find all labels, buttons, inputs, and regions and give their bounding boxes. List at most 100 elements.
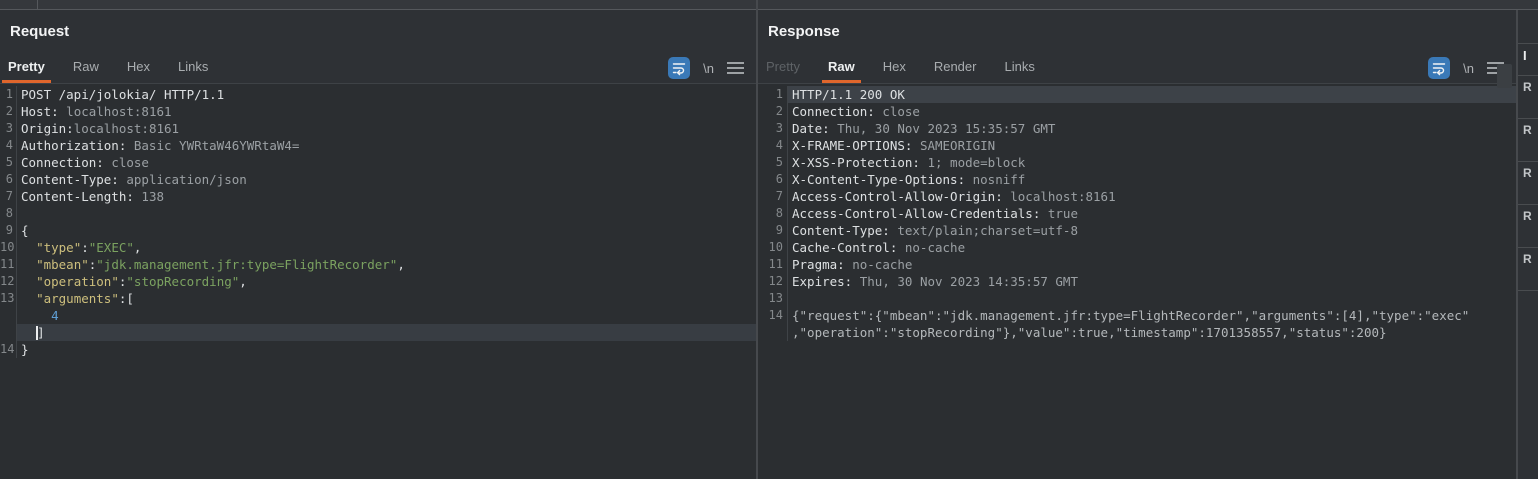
line-content[interactable]: "arguments":[: [16, 290, 756, 307]
response-editor[interactable]: 1HTTP/1.1 200 OK2Connection: close3Date:…: [758, 84, 1516, 479]
line-content[interactable]: ,"operation":"stopRecording"},"value":tr…: [787, 324, 1516, 341]
editor-line[interactable]: 1POST /api/jolokia/ HTTP/1.1: [0, 86, 756, 103]
line-number: 13: [0, 290, 16, 307]
hamburger-menu-icon[interactable]: [727, 62, 744, 74]
line-content[interactable]: Expires: Thu, 30 Nov 2023 14:35:57 GMT: [787, 273, 1516, 290]
editor-line[interactable]: 10Cache-Control: no-cache: [758, 239, 1516, 256]
tab-raw[interactable]: Raw: [67, 56, 105, 83]
response-tabs: PrettyRawHexRenderLinks: [760, 56, 1057, 83]
inspector-cells-end-border: [1518, 290, 1538, 295]
line-content[interactable]: ]: [16, 324, 756, 341]
line-content[interactable]: Access-Control-Allow-Credentials: true: [787, 205, 1516, 222]
line-content[interactable]: Content-Length: 138: [16, 188, 756, 205]
editor-line[interactable]: 9{: [0, 222, 756, 239]
word-wrap-toggle-button[interactable]: [668, 57, 690, 79]
line-content[interactable]: Origin:localhost:8161: [16, 120, 756, 137]
editor-line[interactable]: 11Pragma: no-cache: [758, 256, 1516, 273]
editor-line[interactable]: 4: [0, 307, 756, 324]
tab-pretty[interactable]: Pretty: [2, 56, 51, 83]
line-content[interactable]: 4: [16, 307, 756, 324]
line-content[interactable]: Content-Type: application/json: [16, 171, 756, 188]
word-wrap-toggle-button[interactable]: [1428, 57, 1450, 79]
line-content[interactable]: "operation":"stopRecording",: [16, 273, 756, 290]
scrollbar-thumb[interactable]: [1497, 64, 1512, 88]
line-number: 5: [758, 154, 787, 171]
editor-line[interactable]: 7Access-Control-Allow-Origin: localhost:…: [758, 188, 1516, 205]
inspector-collapsed-strip[interactable]: IRRRRR: [1518, 10, 1538, 479]
editor-line[interactable]: 3Origin:localhost:8161: [0, 120, 756, 137]
line-number: 7: [758, 188, 787, 205]
line-content[interactable]: Access-Control-Allow-Origin: localhost:8…: [787, 188, 1516, 205]
line-content[interactable]: Connection: close: [787, 103, 1516, 120]
line-content[interactable]: [787, 290, 1516, 307]
line-number: 4: [758, 137, 787, 154]
editor-line[interactable]: ,"operation":"stopRecording"},"value":tr…: [758, 324, 1516, 341]
inspector-section-cell[interactable]: R: [1518, 247, 1538, 290]
editor-line[interactable]: 3Date: Thu, 30 Nov 2023 15:35:57 GMT: [758, 120, 1516, 137]
editor-line[interactable]: 14}: [0, 341, 756, 358]
line-content[interactable]: X-Content-Type-Options: nosniff: [787, 171, 1516, 188]
editor-line[interactable]: 10 "type":"EXEC",: [0, 239, 756, 256]
request-panel-title: Request: [10, 23, 69, 40]
line-content[interactable]: Pragma: no-cache: [787, 256, 1516, 273]
line-content[interactable]: Date: Thu, 30 Nov 2023 15:35:57 GMT: [787, 120, 1516, 137]
request-editor[interactable]: 1POST /api/jolokia/ HTTP/1.12Host: local…: [0, 84, 756, 479]
editor-line[interactable]: 1HTTP/1.1 200 OK: [758, 86, 1516, 103]
line-number: 1: [758, 86, 787, 103]
line-content[interactable]: "mbean":"jdk.management.jfr:type=FlightR…: [16, 256, 756, 273]
line-content[interactable]: Host: localhost:8161: [16, 103, 756, 120]
line-content[interactable]: {: [16, 222, 756, 239]
inspector-section-cell[interactable]: R: [1518, 75, 1538, 118]
line-number: 5: [0, 154, 16, 171]
inspector-section-cell[interactable]: R: [1518, 204, 1538, 247]
inspector-section-cell[interactable]: R: [1518, 118, 1538, 161]
editor-line[interactable]: 8Access-Control-Allow-Credentials: true: [758, 205, 1516, 222]
line-content[interactable]: Authorization: Basic YWRtaW46YWRtaW4=: [16, 137, 756, 154]
editor-line[interactable]: 8: [0, 205, 756, 222]
editor-line[interactable]: 5X-XSS-Protection: 1; mode=block: [758, 154, 1516, 171]
editor-line[interactable]: 4Authorization: Basic YWRtaW46YWRtaW4=: [0, 137, 756, 154]
tab-links[interactable]: Links: [998, 56, 1040, 83]
editor-line[interactable]: 6X-Content-Type-Options: nosniff: [758, 171, 1516, 188]
line-number: 13: [758, 290, 787, 307]
line-content[interactable]: Connection: close: [16, 154, 756, 171]
line-content[interactable]: "type":"EXEC",: [16, 239, 756, 256]
editor-line[interactable]: 5Connection: close: [0, 154, 756, 171]
editor-line[interactable]: 12 "operation":"stopRecording",: [0, 273, 756, 290]
editor-line[interactable]: 7Content-Length: 138: [0, 188, 756, 205]
line-content[interactable]: {"request":{"mbean":"jdk.management.jfr:…: [787, 307, 1516, 324]
tab-links[interactable]: Links: [172, 56, 214, 83]
tab-render[interactable]: Render: [928, 56, 983, 83]
top-strip-divider: [37, 0, 38, 10]
show-newlines-toggle[interactable]: \n: [703, 61, 714, 76]
inspector-section-cell[interactable]: R: [1518, 161, 1538, 204]
show-newlines-toggle[interactable]: \n: [1463, 61, 1474, 76]
tab-hex[interactable]: Hex: [877, 56, 912, 83]
line-content[interactable]: }: [16, 341, 756, 358]
line-content[interactable]: POST /api/jolokia/ HTTP/1.1: [16, 86, 756, 103]
editor-line[interactable]: 13 "arguments":[: [0, 290, 756, 307]
editor-line[interactable]: 14{"request":{"mbean":"jdk.management.jf…: [758, 307, 1516, 324]
line-content[interactable]: HTTP/1.1 200 OK: [787, 86, 1516, 103]
line-number: 3: [0, 120, 16, 137]
line-content[interactable]: X-FRAME-OPTIONS: SAMEORIGIN: [787, 137, 1516, 154]
editor-line[interactable]: 6Content-Type: application/json: [0, 171, 756, 188]
line-content[interactable]: Content-Type: text/plain;charset=utf-8: [787, 222, 1516, 239]
line-content[interactable]: Cache-Control: no-cache: [787, 239, 1516, 256]
editor-line[interactable]: ]: [0, 324, 756, 341]
editor-line[interactable]: 11 "mbean":"jdk.management.jfr:type=Flig…: [0, 256, 756, 273]
line-content[interactable]: [16, 205, 756, 222]
editor-line[interactable]: 12Expires: Thu, 30 Nov 2023 14:35:57 GMT: [758, 273, 1516, 290]
response-editor-toolbar: \n: [1428, 56, 1504, 80]
editor-line[interactable]: 9Content-Type: text/plain;charset=utf-8: [758, 222, 1516, 239]
editor-line[interactable]: 13: [758, 290, 1516, 307]
tab-raw[interactable]: Raw: [822, 56, 861, 83]
editor-line[interactable]: 2Host: localhost:8161: [0, 103, 756, 120]
inspector-header-cell[interactable]: I: [1518, 43, 1538, 75]
editor-line[interactable]: 4X-FRAME-OPTIONS: SAMEORIGIN: [758, 137, 1516, 154]
line-number: 6: [758, 171, 787, 188]
line-content[interactable]: X-XSS-Protection: 1; mode=block: [787, 154, 1516, 171]
line-number: 3: [758, 120, 787, 137]
editor-line[interactable]: 2Connection: close: [758, 103, 1516, 120]
tab-hex[interactable]: Hex: [121, 56, 156, 83]
